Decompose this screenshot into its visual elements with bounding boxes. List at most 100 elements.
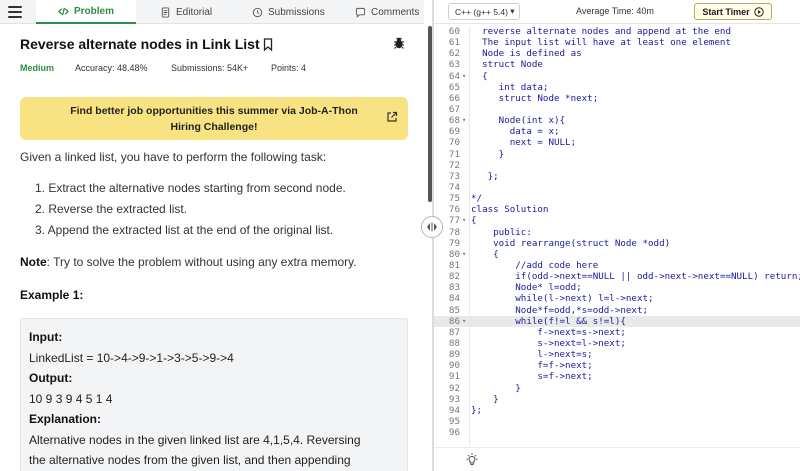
line-number: 82 [448, 271, 460, 283]
editor-toolbar: C++ (g++ 5.4) ▾ Average Time: 40m Start … [434, 0, 800, 24]
example-output-label: Output: [29, 371, 73, 385]
code-line[interactable]: 91 s=f->next; [434, 371, 800, 382]
code-line[interactable]: 77 ▾ { [434, 215, 800, 226]
code-text: f->next=s->next; [471, 326, 626, 338]
line-number: 80 [448, 248, 460, 260]
code-line[interactable]: 73 }; [434, 171, 800, 182]
code-text: { [471, 215, 477, 227]
code-line[interactable]: 82 if(odd->next==NULL || odd->next->next… [434, 271, 800, 282]
line-number: 88 [448, 337, 460, 349]
play-circle-icon [753, 6, 764, 17]
code-line[interactable]: 70 next = NULL; [434, 137, 800, 148]
code-text: //add code here [471, 259, 599, 271]
bookmark-icon[interactable] [263, 37, 273, 51]
code-line[interactable]: 93 } [434, 394, 800, 405]
code-line[interactable]: 65 int data; [434, 82, 800, 93]
code-line[interactable]: 92 } [434, 383, 800, 394]
clock-icon [252, 7, 263, 17]
code-line[interactable]: 79 void rearrange(struct Node *odd) [434, 238, 800, 249]
line-number: 60 [448, 26, 460, 37]
code-line[interactable]: 87 f->next=s->next; [434, 327, 800, 338]
code-line[interactable]: 63 struct Node [434, 59, 800, 70]
difficulty-badge: Medium [20, 63, 55, 73]
problem-panel: Problem Editorial Submissions Comments R… [0, 0, 424, 471]
code-text: */ [471, 193, 483, 205]
code-line[interactable]: 71 } [434, 149, 800, 160]
line-number: 84 [448, 293, 460, 305]
line-number: 76 [448, 204, 460, 216]
code-line[interactable]: 86 ▾ while(f!=l && s!=l){ [434, 315, 800, 327]
line-number: 72 [448, 159, 460, 171]
code-line[interactable]: 64 ▾ { [434, 71, 800, 82]
code-text: } [471, 382, 521, 394]
code-text: l->next=s; [471, 349, 593, 361]
line-number: 70 [448, 137, 460, 149]
timer-label: Start Timer [702, 6, 750, 17]
code-editor[interactable]: 60 reverse alternate nodes and append at… [434, 26, 800, 447]
code-line[interactable]: 89 l->next=s; [434, 349, 800, 360]
code-line[interactable]: 84 while(l->next) l=l->next; [434, 293, 800, 304]
job-a-thon-banner[interactable]: Find better job opportunities this summe… [20, 97, 408, 140]
code-line[interactable]: 85 Node*f=odd,*s=odd->next; [434, 305, 800, 316]
line-number: 64 [448, 70, 460, 82]
code-text: while(l->next) l=l->next; [471, 293, 654, 305]
example-input: LinkedList = 10->4->9->1->3->5->9->4 [29, 350, 234, 365]
code-line[interactable]: 95 [434, 416, 800, 427]
fold-toggle-icon[interactable]: ▾ [462, 316, 466, 327]
task-step: 3. Append the extracted list at the end … [35, 223, 334, 237]
code-line[interactable]: 78 public: [434, 227, 800, 238]
code-line[interactable]: 75 */ [434, 193, 800, 204]
start-timer-button[interactable]: Start Timer [694, 3, 772, 20]
accuracy-stat: Accuracy: 48.48% [75, 63, 148, 73]
code-line[interactable]: 60 reverse alternate nodes and append at… [434, 26, 800, 37]
code-line[interactable]: 88 s->next=l->next; [434, 338, 800, 349]
fold-toggle-icon[interactable]: ▾ [462, 215, 466, 226]
editor-panel: C++ (g++ 5.4) ▾ Average Time: 40m Start … [434, 0, 800, 471]
line-number: 83 [448, 282, 460, 294]
code-line[interactable]: 68 ▾ Node(int x){ [434, 115, 800, 126]
code-line[interactable]: 96 [434, 427, 800, 438]
tab-editorial[interactable]: Editorial [160, 0, 212, 24]
code-line[interactable]: 90 f=f->next; [434, 360, 800, 371]
example-explanation-line: Alternative nodes in the given linked li… [29, 432, 361, 447]
code-line[interactable]: 61 The input list will have at least one… [434, 37, 800, 48]
fold-toggle-icon[interactable]: ▾ [462, 115, 466, 126]
fold-toggle-icon[interactable]: ▾ [462, 249, 466, 260]
tab-comments[interactable]: Comments [355, 0, 419, 24]
language-select[interactable]: C++ (g++ 5.4) ▾ [448, 3, 520, 20]
code-line[interactable]: 62 Node is defined as [434, 48, 800, 59]
code-icon [57, 7, 69, 15]
code-line[interactable]: 69 data = x; [434, 126, 800, 137]
code-line[interactable]: 72 [434, 160, 800, 171]
banner-text: Find better job opportunities this summe… [70, 105, 358, 133]
code-line[interactable]: 94}; [434, 405, 800, 416]
code-line[interactable]: 67 [434, 104, 800, 115]
code-line[interactable]: 66 struct Node *next; [434, 93, 800, 104]
example-output: 10 9 3 9 4 5 1 4 [29, 391, 113, 406]
problem-note: Note: Try to solve the problem without u… [20, 255, 357, 269]
line-number: 95 [448, 415, 460, 427]
lightbulb-icon[interactable] [464, 452, 480, 468]
tab-comments-label: Comments [371, 6, 420, 18]
bug-icon[interactable] [392, 36, 406, 50]
line-number: 63 [448, 59, 460, 71]
code-line[interactable]: 83 Node* l=odd; [434, 282, 800, 293]
code-text: int data; [471, 81, 549, 93]
code-text: if(odd->next==NULL || odd->next->next==N… [471, 271, 800, 283]
tab-submissions-label: Submissions [268, 6, 325, 18]
code-text: struct Node *next; [471, 92, 599, 104]
tab-submissions[interactable]: Submissions [252, 0, 325, 24]
line-number: 85 [448, 304, 460, 316]
code-line[interactable]: 74 [434, 182, 800, 193]
external-link-icon[interactable] [386, 111, 398, 123]
fold-toggle-icon[interactable]: ▾ [462, 71, 466, 82]
code-text: } [471, 148, 505, 160]
menu-icon[interactable] [8, 3, 22, 21]
editor-bottom-bar [434, 447, 800, 471]
code-line[interactable]: 80 ▾ { [434, 249, 800, 260]
code-line[interactable]: 76 class Solution [434, 204, 800, 215]
tab-editorial-label: Editorial [176, 6, 213, 18]
code-text: Node*f=odd,*s=odd->next; [471, 304, 649, 316]
code-line[interactable]: 81 //add code here [434, 260, 800, 271]
tab-problem[interactable]: Problem [36, 0, 136, 24]
